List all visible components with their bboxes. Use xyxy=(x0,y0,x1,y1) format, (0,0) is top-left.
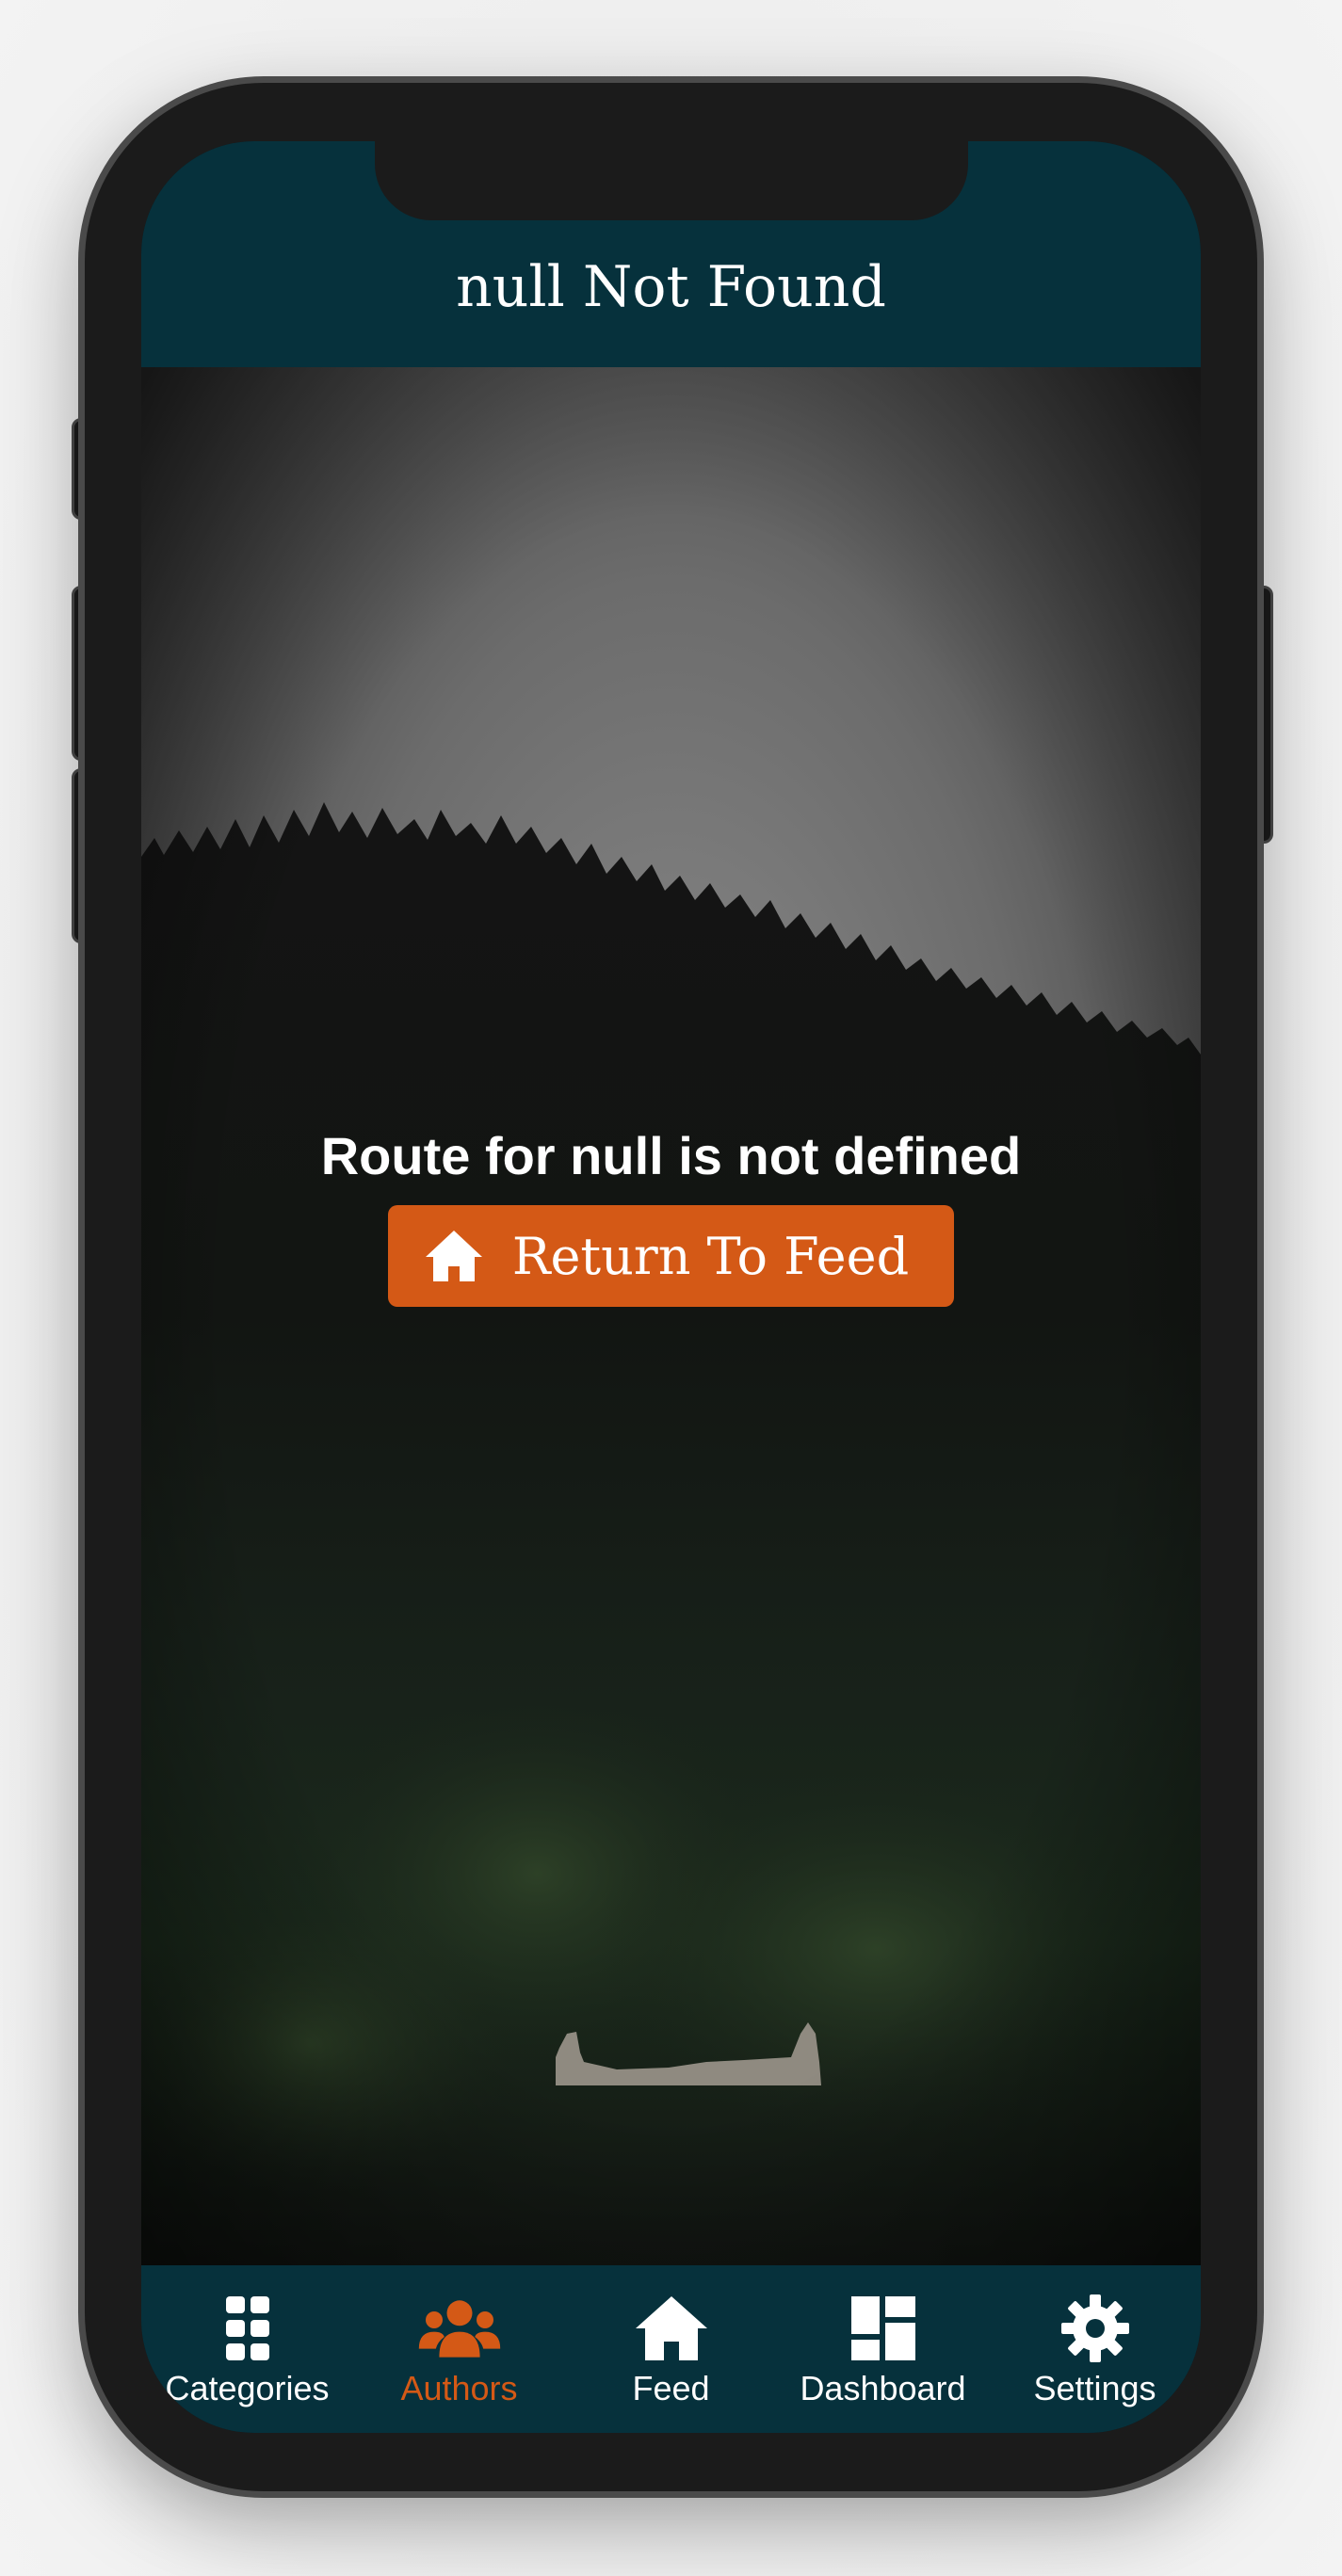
forest-landscape-image xyxy=(141,367,1201,2265)
tab-settings[interactable]: Settings xyxy=(989,2265,1201,2433)
bottom-tab-bar: Categories Authors Feed Dashboard Settin… xyxy=(141,2265,1201,2433)
grid-icon xyxy=(225,2296,269,2360)
tab-label: Authors xyxy=(400,2369,518,2407)
users-icon xyxy=(418,2300,500,2358)
tab-label: Categories xyxy=(165,2369,330,2407)
tab-categories[interactable]: Categories xyxy=(141,2265,353,2433)
dashboard-icon xyxy=(850,2296,915,2360)
not-found-content: Route for null is not defined Return To … xyxy=(141,1125,1201,1307)
home-icon xyxy=(635,2296,707,2360)
home-icon xyxy=(425,1231,482,1281)
return-button-label: Return To Feed xyxy=(511,1226,910,1286)
tab-label: Settings xyxy=(1033,2369,1156,2407)
error-message: Route for null is not defined xyxy=(320,1126,1022,1185)
device-notch xyxy=(375,141,968,220)
gear-icon xyxy=(1060,2294,1129,2362)
tab-feed[interactable]: Feed xyxy=(565,2265,777,2433)
page-title: null Not Found xyxy=(456,254,886,320)
background-image xyxy=(141,367,1201,2265)
tab-label: Feed xyxy=(632,2369,710,2407)
device-stage: null Not Found Route for null is not def… xyxy=(0,0,1342,2576)
app-screen: null Not Found Route for null is not def… xyxy=(141,141,1201,2433)
return-to-feed-button[interactable]: Return To Feed xyxy=(387,1205,955,1307)
tab-label: Dashboard xyxy=(800,2369,966,2407)
tab-dashboard[interactable]: Dashboard xyxy=(777,2265,989,2433)
tab-authors[interactable]: Authors xyxy=(353,2265,565,2433)
